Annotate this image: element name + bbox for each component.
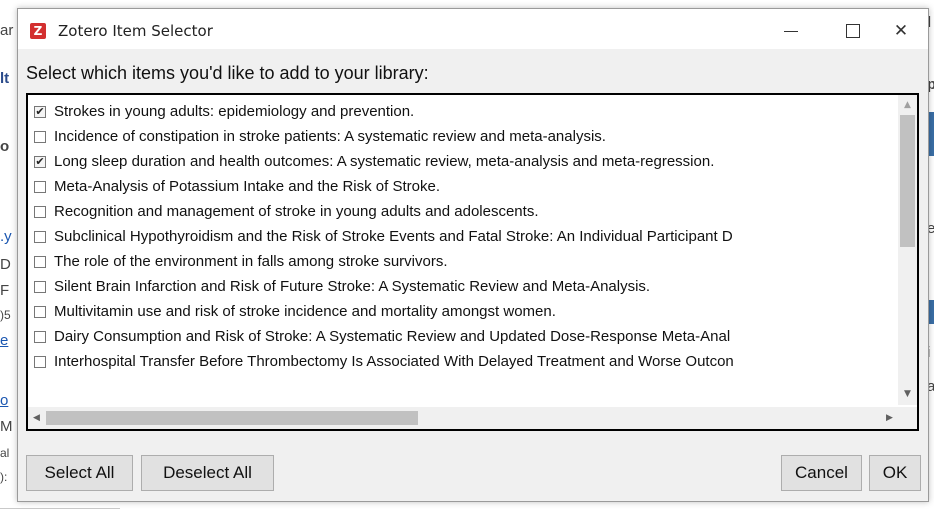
item-checkbox[interactable] <box>34 205 46 218</box>
list-item[interactable]: Silent Brain Infarction and Risk of Futu… <box>28 274 898 299</box>
scroll-down-arrow-icon[interactable]: ▼ <box>898 386 917 403</box>
item-label: Recognition and management of stroke in … <box>54 203 539 220</box>
deselect-all-button[interactable]: Deselect All <box>141 455 274 491</box>
item-label: Multivitamin use and risk of stroke inci… <box>54 303 556 320</box>
cancel-button[interactable]: Cancel <box>781 455 862 491</box>
item-label: Long sleep duration and health outcomes:… <box>54 153 715 170</box>
maximize-icon <box>846 24 860 38</box>
list-item[interactable]: Recognition and management of stroke in … <box>28 199 898 224</box>
bg-text-fragment: D <box>0 256 11 273</box>
list-item[interactable]: Dairy Consumption and Risk of Stroke: A … <box>28 324 898 349</box>
item-checkbox[interactable]: ✔ <box>34 104 46 118</box>
item-label: Strokes in young adults: epidemiology an… <box>54 103 415 120</box>
list-item[interactable]: Meta-Analysis of Potassium Intake and th… <box>28 174 898 199</box>
bg-text-fragment: )5 <box>0 308 11 322</box>
item-label: Incidence of constipation in stroke pati… <box>54 128 606 145</box>
maximize-button[interactable] <box>830 17 876 45</box>
bg-text-fragment: lt <box>0 70 10 87</box>
item-checkbox[interactable] <box>34 180 46 193</box>
item-label: Silent Brain Infarction and Risk of Futu… <box>54 278 651 295</box>
title-bar[interactable]: Z Zotero Item Selector ✕ <box>18 9 928 50</box>
minimize-button[interactable] <box>768 17 814 45</box>
list-item[interactable]: Subclinical Hypothyroidism and the Risk … <box>28 224 898 249</box>
close-button[interactable]: ✕ <box>878 17 924 45</box>
select-all-button[interactable]: Select All <box>26 455 133 491</box>
items-listbox[interactable]: ✔ Strokes in young adults: epidemiology a… <box>26 93 919 431</box>
list-item[interactable]: Incidence of constipation in stroke pati… <box>28 124 898 149</box>
bg-text-fragment: F <box>0 282 10 299</box>
bg-text-fragment: al <box>0 446 10 460</box>
checkmark-icon: ✔ <box>35 104 45 118</box>
bg-text-fragment: e <box>0 332 9 349</box>
item-label: The role of the environment in falls amo… <box>54 253 448 270</box>
list-item[interactable]: ✔ Long sleep duration and health outcomes… <box>28 149 898 174</box>
list-item[interactable]: ✔ Strokes in young adults: epidemiology a… <box>28 99 898 124</box>
item-label: Interhospital Transfer Before Thrombecto… <box>54 353 734 370</box>
bg-text-fragment: o <box>0 138 10 155</box>
item-checkbox[interactable] <box>34 355 46 368</box>
zotero-app-icon: Z <box>30 23 46 39</box>
list-item[interactable]: Interhospital Transfer Before Thrombecto… <box>28 349 898 374</box>
item-checkbox[interactable] <box>34 230 46 243</box>
item-label: Subclinical Hypothyroidism and the Risk … <box>54 228 733 245</box>
item-checkbox[interactable] <box>34 330 46 343</box>
scroll-left-arrow-icon[interactable]: ◀ <box>28 407 45 429</box>
horizontal-scrollbar[interactable]: ◀ ▶ <box>28 407 898 429</box>
checkmark-icon: ✔ <box>35 154 45 168</box>
vertical-scrollbar[interactable]: ▲ ▼ <box>898 95 917 405</box>
item-selector-dialog: Z Zotero Item Selector ✕ Select which it… <box>17 8 929 502</box>
bg-text-fragment: o <box>0 392 9 409</box>
bg-text-fragment: M <box>0 418 13 435</box>
item-checkbox[interactable]: ✔ <box>34 154 46 168</box>
item-label: Dairy Consumption and Risk of Stroke: A … <box>54 328 731 345</box>
item-label: Meta-Analysis of Potassium Intake and th… <box>54 178 441 195</box>
vertical-scroll-thumb[interactable] <box>900 115 915 247</box>
bg-text-fragment: .y <box>0 228 12 245</box>
item-checkbox[interactable] <box>34 305 46 318</box>
item-checkbox[interactable] <box>34 255 46 268</box>
minimize-icon <box>784 30 798 32</box>
bg-text-fragment: ): <box>0 470 8 484</box>
item-checkbox[interactable] <box>34 130 46 143</box>
item-checkbox[interactable] <box>34 280 46 293</box>
bg-divider <box>0 508 120 509</box>
scroll-up-arrow-icon[interactable]: ▲ <box>898 97 917 114</box>
bg-text-fragment: ar <box>0 22 14 39</box>
scroll-right-arrow-icon[interactable]: ▶ <box>881 407 898 429</box>
horizontal-scroll-thumb[interactable] <box>46 411 418 425</box>
scrollbar-corner <box>898 407 917 429</box>
close-icon: ✕ <box>893 21 909 41</box>
selection-prompt: Select which items you'd like to add to … <box>26 63 429 83</box>
list-item[interactable]: Multivitamin use and risk of stroke inci… <box>28 299 898 324</box>
window-title: Zotero Item Selector <box>58 22 213 40</box>
ok-button[interactable]: OK <box>869 455 921 491</box>
list-item[interactable]: The role of the environment in falls amo… <box>28 249 898 274</box>
items-list: ✔ Strokes in young adults: epidemiology a… <box>28 99 898 374</box>
